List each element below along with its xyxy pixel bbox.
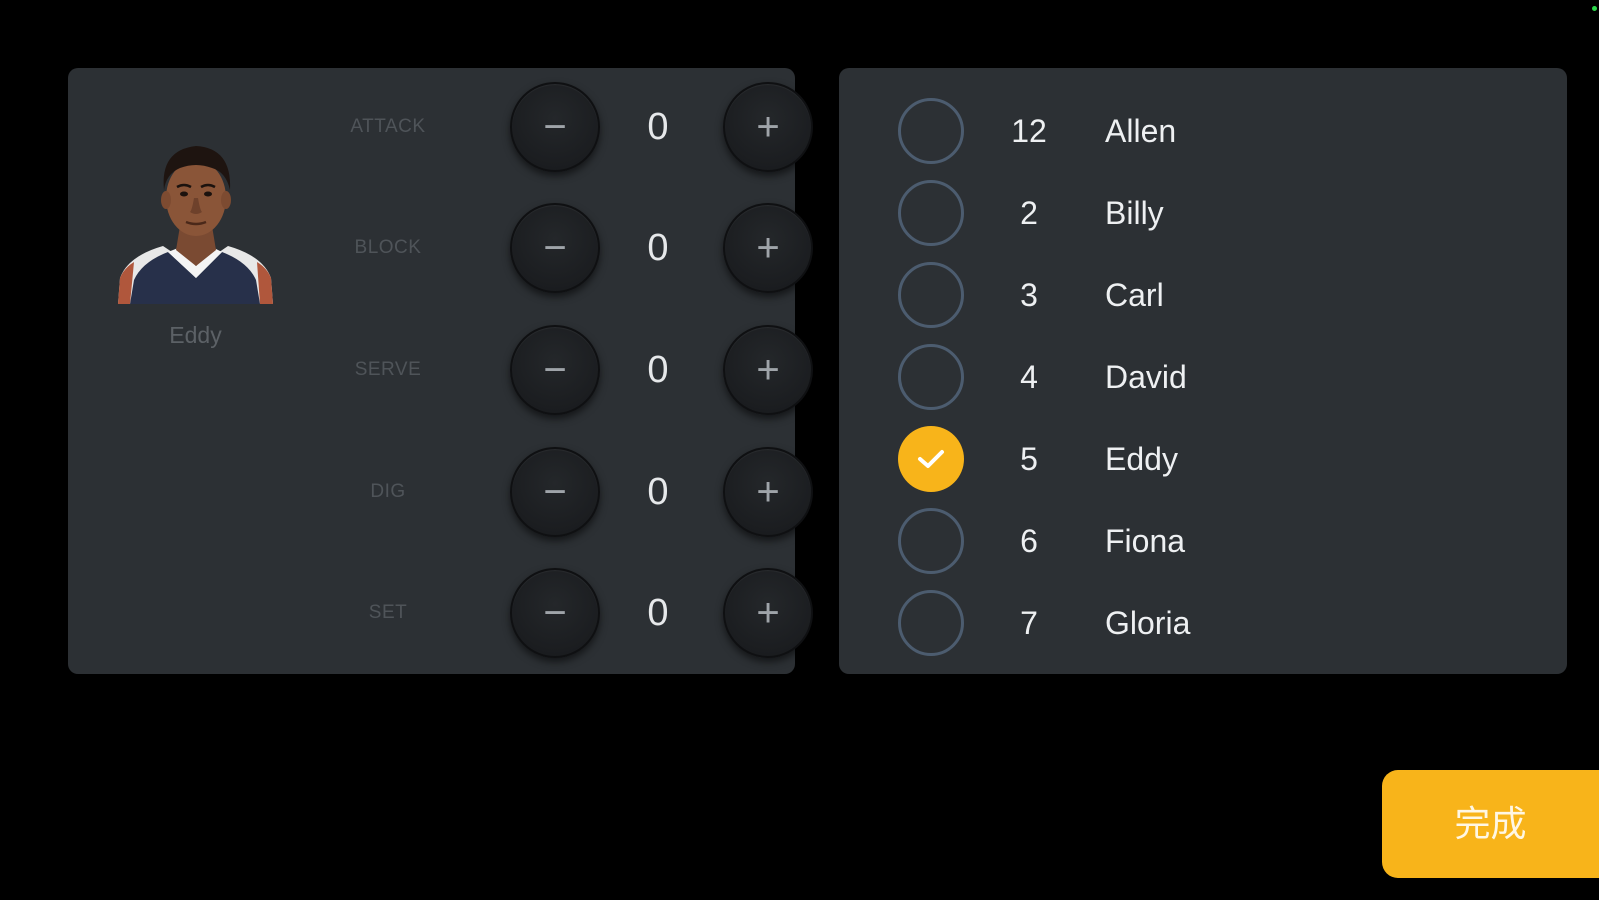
radio-unchecked-icon[interactable]	[898, 508, 964, 574]
stats-panel: Eddy ATTACK − 0 + BLOCK − 0 + SERVE − 0 …	[68, 68, 813, 674]
roster-item-eddy[interactable]: 5 Eddy	[839, 414, 1567, 496]
attack-decrement-button[interactable]: −	[510, 82, 600, 172]
roster-item-david[interactable]: 4 David	[839, 332, 1567, 414]
done-button[interactable]: 完成	[1382, 770, 1599, 878]
player-profile: Eddy	[108, 128, 283, 349]
radio-unchecked-icon[interactable]	[898, 180, 964, 246]
attack-value: 0	[647, 106, 669, 148]
stat-label: ATTACK	[350, 116, 426, 137]
radio-unchecked-icon[interactable]	[898, 344, 964, 410]
attack-increment-button[interactable]: +	[723, 82, 813, 172]
jersey-number: 4	[1020, 359, 1038, 395]
set-increment-button[interactable]: +	[723, 568, 813, 658]
stat-row-set: SET − 0 +	[323, 568, 813, 658]
jersey-number: 2	[1020, 195, 1038, 231]
stat-label: BLOCK	[354, 237, 422, 258]
block-increment-button[interactable]: +	[723, 203, 813, 293]
player-name: Carl	[1105, 277, 1164, 313]
radio-checked-icon[interactable]	[898, 426, 964, 492]
player-name: Allen	[1105, 113, 1177, 149]
roster-item-carl[interactable]: 3 Carl	[839, 250, 1567, 332]
stat-entry-screen: Eddy ATTACK − 0 + BLOCK − 0 + SERVE − 0 …	[0, 0, 1599, 900]
player-name: Gloria	[1105, 605, 1191, 641]
stat-row-block: BLOCK − 0 +	[323, 203, 813, 293]
stat-row-attack: ATTACK − 0 +	[323, 82, 813, 172]
radio-unchecked-icon[interactable]	[898, 590, 964, 656]
player-name-label: Eddy	[169, 322, 222, 348]
roster-item-gloria[interactable]: 7 Gloria	[839, 578, 1567, 660]
set-value: 0	[647, 592, 669, 634]
radio-unchecked-icon[interactable]	[898, 98, 964, 164]
jersey-number: 7	[1020, 605, 1038, 641]
player-name: Billy	[1105, 195, 1164, 231]
roster-item-fiona[interactable]: 6 Fiona	[839, 496, 1567, 578]
stat-label: SERVE	[354, 359, 422, 380]
jersey-number: 6	[1020, 523, 1038, 559]
jersey-number: 3	[1020, 277, 1038, 313]
dig-value: 0	[647, 471, 669, 513]
roster-item-billy[interactable]: 2 Billy	[839, 168, 1567, 250]
block-value: 0	[647, 227, 669, 269]
roster-item-allen[interactable]: 12 Allen	[839, 86, 1567, 168]
serve-value: 0	[647, 349, 669, 391]
set-decrement-button[interactable]: −	[510, 568, 600, 658]
checkmark-icon	[918, 450, 944, 468]
status-indicator	[1592, 6, 1597, 11]
player-name: Fiona	[1105, 523, 1186, 559]
stat-row-serve: SERVE − 0 +	[323, 325, 813, 415]
stat-label: SET	[368, 602, 408, 623]
player-name: David	[1105, 359, 1187, 395]
dig-increment-button[interactable]: +	[723, 447, 813, 537]
jersey-number: 12	[1011, 113, 1047, 149]
jersey-number: 5	[1020, 441, 1038, 477]
radio-unchecked-icon[interactable]	[898, 262, 964, 328]
player-avatar	[118, 146, 273, 304]
serve-decrement-button[interactable]: −	[510, 325, 600, 415]
player-name: Eddy	[1105, 441, 1178, 477]
dig-decrement-button[interactable]: −	[510, 447, 600, 537]
roster-panel: 12 Allen 2 Billy 3 Carl 4 David 5 Eddy 6…	[839, 68, 1567, 674]
stat-row-dig: DIG − 0 +	[323, 447, 813, 537]
serve-increment-button[interactable]: +	[723, 325, 813, 415]
stat-label: DIG	[370, 481, 406, 502]
block-decrement-button[interactable]: −	[510, 203, 600, 293]
